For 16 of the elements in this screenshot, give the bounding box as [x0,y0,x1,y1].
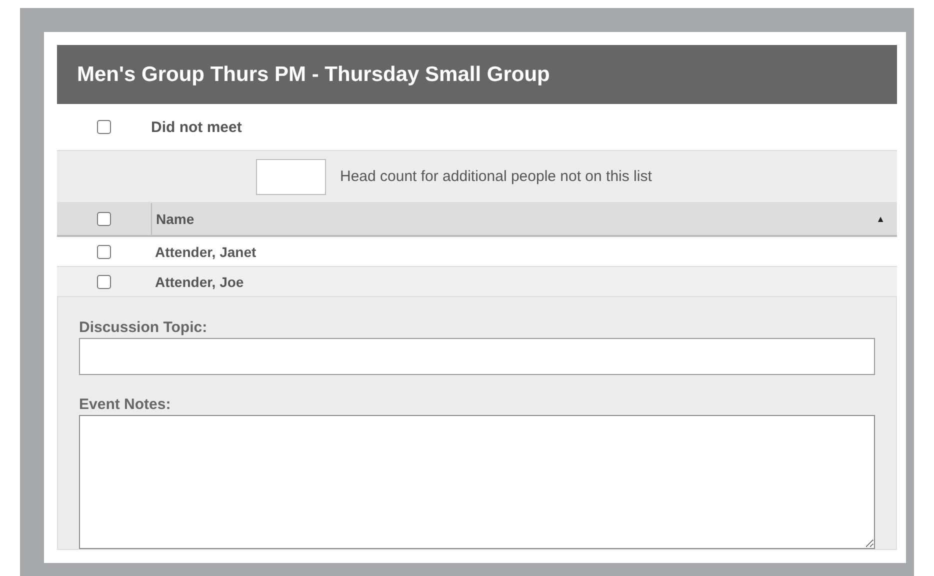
notes-field[interactable] [79,414,875,549]
row-checkbox[interactable] [97,244,111,258]
sort-icon: ▲ [876,214,885,224]
person-name: Attender, Janet [155,244,256,260]
column-header[interactable]: Name ▲ [151,203,897,235]
group-title: Men's Group Thurs PM - Thursday Small Group [77,62,550,86]
head-count-field[interactable] [256,158,326,194]
row-checkbox[interactable] [97,274,111,288]
field-label: Discussion Topic: [79,319,208,336]
head-count-label: Head count for additional people not on this list [340,168,652,185]
did-not-meet-label: Did not meet [151,118,242,136]
did-not-meet-checkbox[interactable] [97,120,111,134]
text-field[interactable] [79,338,875,375]
field-label: Event Notes: [79,396,172,413]
person-name: Attender, Joe [155,274,244,290]
select-all-checkbox[interactable] [97,212,111,226]
